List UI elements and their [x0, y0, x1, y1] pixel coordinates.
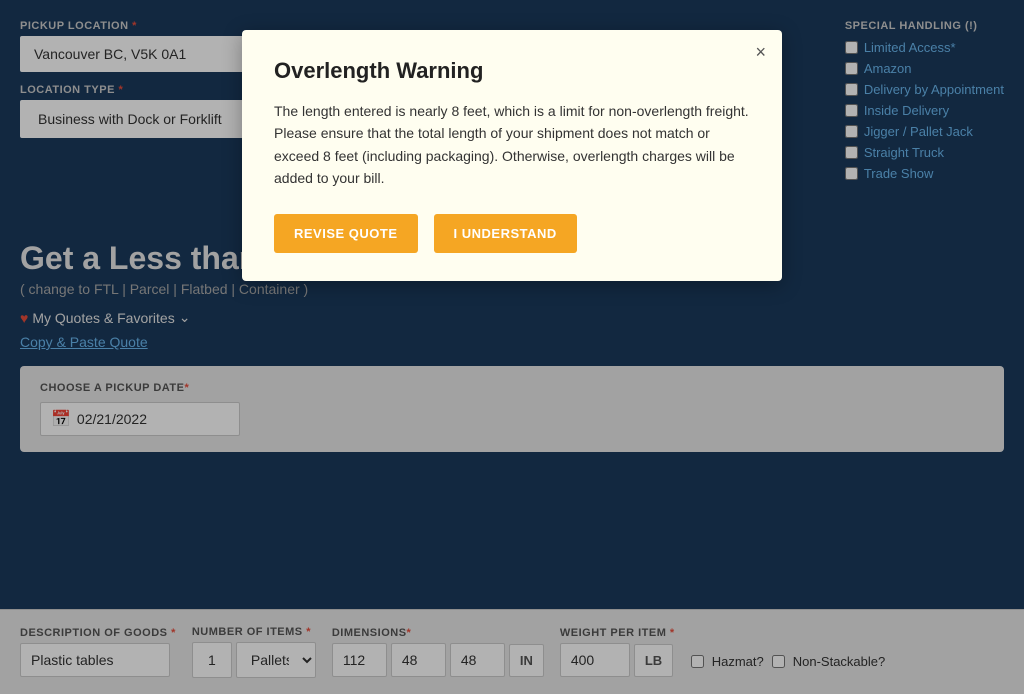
modal-body: The length entered is nearly 8 feet, whi… — [274, 100, 750, 190]
modal-title: Overlength Warning — [274, 58, 750, 84]
revise-quote-button[interactable]: REVISE QUOTE — [274, 214, 418, 253]
modal-buttons: REVISE QUOTE I UNDERSTAND — [274, 214, 750, 253]
modal-overlay[interactable]: × Overlength Warning The length entered … — [0, 0, 1024, 694]
i-understand-button[interactable]: I UNDERSTAND — [434, 214, 577, 253]
overlength-warning-modal: × Overlength Warning The length entered … — [242, 30, 782, 281]
modal-close-button[interactable]: × — [755, 42, 766, 63]
